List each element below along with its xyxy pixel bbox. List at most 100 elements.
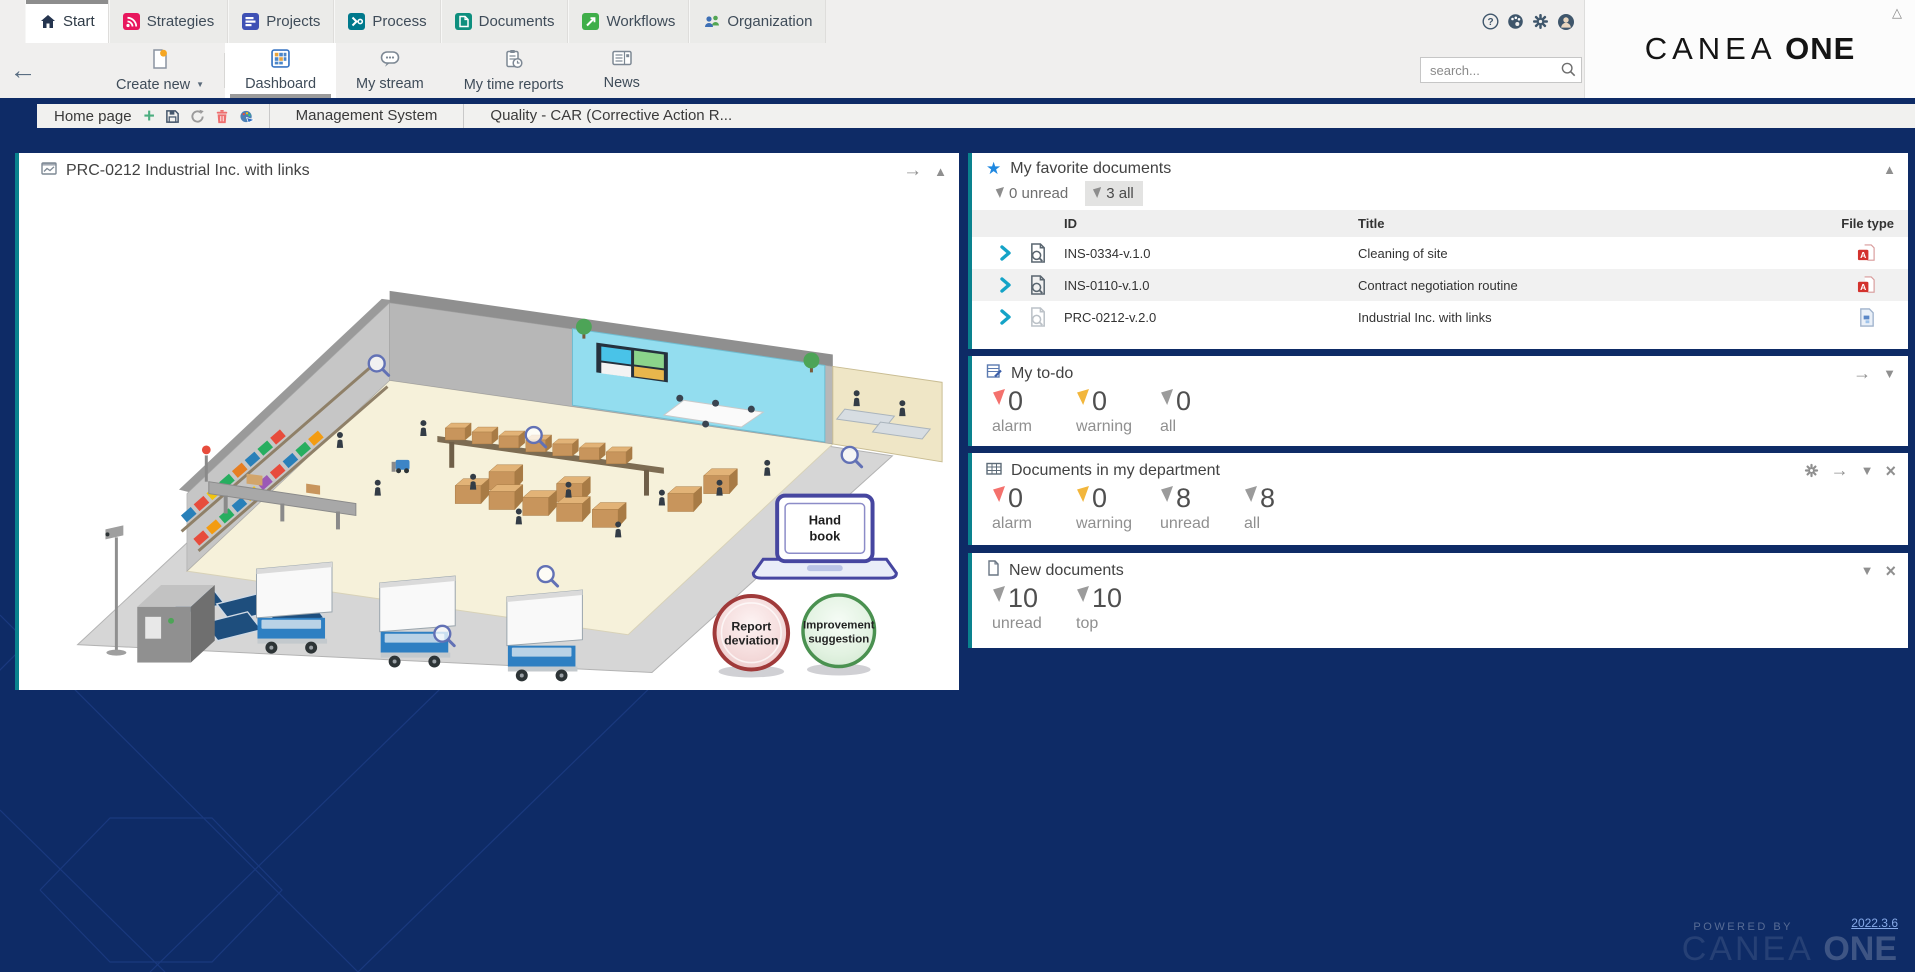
document-preview-icon[interactable] [1029, 243, 1048, 264]
my-favorite-documents-panel: ★ My favorite documents ▲ 0 unread 3 all… [968, 153, 1908, 349]
nav-tab-projects[interactable]: Projects [228, 0, 334, 43]
dashboard-button[interactable]: Dashboard [225, 43, 336, 98]
panel-settings-gear-icon[interactable] [1804, 463, 1819, 478]
open-in-arrow-icon[interactable]: → [903, 160, 922, 182]
collapse-panel-icon[interactable]: ▲ [1883, 162, 1896, 177]
favorites-filter-tabs: 0 unread 3 all [988, 181, 1908, 206]
palette-icon[interactable] [1507, 13, 1524, 30]
table-row[interactable]: PRC-0212-v.2.0 Industrial Inc. with link… [972, 301, 1908, 333]
back-button[interactable]: ← [0, 43, 46, 98]
pdf-file-icon[interactable] [1857, 244, 1876, 263]
linked-document-file-icon[interactable] [1857, 308, 1876, 327]
count-alarm[interactable]: 0 alarm [992, 485, 1050, 533]
expand-chevron-icon[interactable] [1000, 245, 1012, 261]
collapse-panel-icon[interactable]: ▲ [934, 164, 947, 179]
department-counts: 0 alarm 0 warning 8 unread 8 all [972, 483, 1908, 533]
expand-panel-icon[interactable]: ▼ [1861, 563, 1874, 578]
process-icon [348, 13, 365, 30]
canea-one-logo: CANEA ONE [1645, 31, 1856, 67]
doc-title: Industrial Inc. with links [1358, 310, 1778, 325]
count-unread[interactable]: 10 unread [992, 585, 1050, 633]
dashboard-tab-strip: Home page + Management System Quality - … [37, 104, 1915, 128]
refresh-icon[interactable] [190, 109, 205, 124]
nav-tab-workflows[interactable]: Workflows [568, 0, 689, 43]
my-time-reports-button[interactable]: My time reports [444, 43, 584, 98]
new-documents-counts: 10 unread 10 top [972, 583, 1908, 633]
count-alarm[interactable]: 0 alarm [992, 388, 1050, 436]
dashboard-tab-management-system[interactable]: Management System [270, 104, 464, 128]
close-panel-icon[interactable]: × [1885, 464, 1896, 478]
save-dashboard-icon[interactable] [165, 109, 180, 124]
column-file-type: File type [1841, 216, 1908, 231]
count-all[interactable]: 8 all [1244, 485, 1302, 533]
todo-icon [986, 363, 1002, 384]
dashboard-tab-home-page[interactable]: Home page [37, 108, 144, 125]
count-all[interactable]: 0 all [1160, 388, 1218, 436]
organization-icon [703, 13, 720, 30]
nav-tab-process[interactable]: Process [334, 0, 440, 43]
my-time-reports-label: My time reports [464, 77, 564, 93]
expand-panel-icon[interactable]: ▼ [1883, 366, 1896, 381]
nav-tab-label: Projects [266, 13, 320, 30]
news-button[interactable]: News [584, 43, 660, 98]
expand-chevron-icon[interactable] [1000, 309, 1012, 325]
document-preview-icon[interactable] [1029, 275, 1048, 296]
news-label: News [604, 75, 640, 91]
search-input[interactable] [1420, 57, 1582, 83]
version-link[interactable]: 2022.3.6 [1851, 916, 1898, 930]
time-reports-icon [505, 49, 523, 73]
apply-theme-icon[interactable] [239, 109, 255, 124]
close-panel-icon[interactable]: × [1885, 564, 1896, 578]
pdf-file-icon[interactable] [1857, 276, 1876, 295]
improvement-suggestion-button[interactable]: Improvement suggestion [803, 595, 875, 675]
global-search [1420, 57, 1582, 83]
count-warning[interactable]: 0 warning [1076, 388, 1134, 436]
add-dashboard-icon[interactable]: + [144, 109, 155, 124]
open-in-arrow-icon[interactable]: → [1831, 460, 1849, 481]
dashboard-tools: + [144, 109, 255, 124]
factory-process-map-illustration[interactable]: Hand book Report deviation Improvement s… [20, 184, 958, 684]
count-unread[interactable]: 8 unread [1160, 485, 1218, 533]
nav-tab-label: Start [63, 13, 95, 30]
report-deviation-button[interactable]: Report deviation [715, 596, 789, 677]
doc-id: INS-0334-v.1.0 [1064, 246, 1358, 261]
my-stream-label: My stream [356, 76, 424, 92]
help-icon[interactable]: ? [1482, 13, 1499, 30]
search-icon[interactable] [1561, 62, 1576, 82]
nav-tab-documents[interactable]: Documents [441, 0, 569, 43]
main-nav-bar: Start Strategies Projects Process Docume… [0, 0, 1585, 43]
svg-text:book: book [809, 528, 841, 543]
delete-trash-icon[interactable] [215, 109, 229, 124]
process-map-icon [41, 161, 57, 181]
nav-tab-organization[interactable]: Organization [689, 0, 826, 43]
favorites-header: ★ My favorite documents ▲ [972, 153, 1908, 180]
process-map-card: PRC-0212 Industrial Inc. with links → ▲ [15, 153, 959, 690]
user-avatar-icon[interactable] [1557, 13, 1575, 31]
doc-id: INS-0110-v.1.0 [1064, 278, 1358, 293]
flag-icon [1160, 486, 1173, 502]
tab-unread[interactable]: 0 unread [988, 181, 1077, 206]
dashboard-tab-quality-car[interactable]: Quality - CAR (Corrective Action R... [464, 104, 758, 128]
my-todo-panel: My to-do → ▼ 0 alarm 0 warning 0 all [968, 356, 1908, 446]
back-arrow-icon: ← [10, 55, 37, 86]
todo-title: My to-do [1011, 365, 1073, 383]
open-in-arrow-icon[interactable]: → [1853, 363, 1871, 384]
settings-gear-icon[interactable] [1532, 13, 1549, 30]
collapse-header-icon[interactable]: △ [1892, 5, 1902, 21]
tab-all[interactable]: 3 all [1085, 181, 1143, 206]
count-top[interactable]: 10 top [1076, 585, 1134, 633]
svg-text:Hand: Hand [809, 512, 841, 527]
projects-icon [242, 13, 259, 30]
nav-tab-strategies[interactable]: Strategies [109, 0, 229, 43]
create-new-label: Create new [116, 77, 190, 93]
create-new-button[interactable]: Create new▼ [96, 43, 224, 98]
count-warning[interactable]: 0 warning [1076, 485, 1134, 533]
expand-panel-icon[interactable]: ▼ [1861, 463, 1874, 478]
document-preview-icon[interactable] [1029, 307, 1048, 328]
table-row[interactable]: INS-0110-v.1.0 Contract negotiation rout… [972, 269, 1908, 301]
nav-tab-start[interactable]: Start [25, 0, 109, 43]
table-row[interactable]: INS-0334-v.1.0 Cleaning of site [972, 237, 1908, 269]
process-map-title: PRC-0212 Industrial Inc. with links [66, 162, 310, 180]
my-stream-button[interactable]: My stream [336, 43, 444, 98]
expand-chevron-icon[interactable] [1000, 277, 1012, 293]
